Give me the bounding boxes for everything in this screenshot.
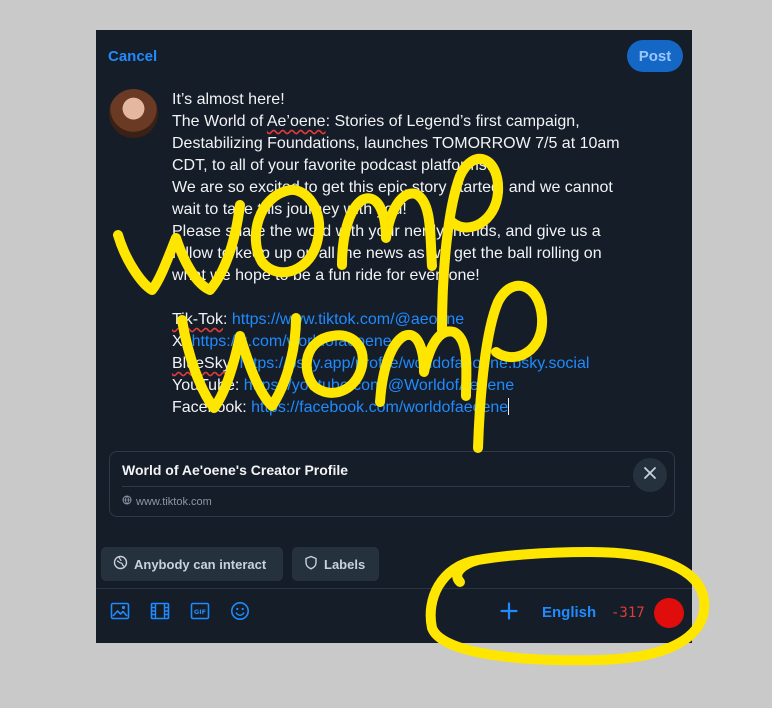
bluesky-link[interactable]: https://bsky.app/profile/worldofaeoene.b…: [240, 355, 590, 372]
divider: [122, 486, 630, 487]
add-image-button[interactable]: [109, 602, 131, 624]
text-line: It’s almost here!: [172, 91, 285, 108]
emoji-icon: [230, 601, 250, 626]
labels-label: Labels: [324, 556, 366, 572]
labels-button[interactable]: Labels: [292, 547, 379, 581]
shield-icon: [304, 555, 318, 573]
link-line-bluesky: BlueSky: https://bsky.app/profile/worldo…: [172, 355, 590, 372]
add-thread-post-button[interactable]: [497, 601, 521, 625]
text-line: The World of Ae’oene: Stories of Legend’…: [172, 113, 580, 130]
character-count: -317: [611, 605, 645, 621]
text-line: follow to keep up on all the news as we …: [172, 245, 602, 262]
avatar: [109, 89, 158, 138]
globe-icon: [113, 555, 128, 573]
cancel-button[interactable]: Cancel: [108, 48, 157, 65]
svg-text:GIF: GIF: [194, 608, 206, 616]
post-button[interactable]: Post: [627, 40, 683, 72]
add-video-button[interactable]: [149, 602, 171, 624]
misspelled-word[interactable]: Ae’oene: [267, 113, 326, 130]
video-icon: [150, 602, 170, 625]
text-line: wait to take this journey with you!: [172, 201, 407, 218]
gif-icon: GIF: [190, 602, 210, 625]
interaction-settings-label: Anybody can interact: [134, 556, 267, 572]
plus-icon: [500, 601, 518, 625]
interaction-settings-button[interactable]: Anybody can interact: [101, 547, 283, 581]
text-caret: [508, 398, 510, 415]
tiktok-link[interactable]: https://www.tiktok.com/@aeoene: [232, 311, 464, 328]
add-gif-button[interactable]: GIF: [189, 602, 211, 624]
text-line: Destabilizing Foundations, launches TOMO…: [172, 135, 620, 152]
link-preview-card[interactable]: World of Ae'oene's Creator Profile www.t…: [109, 451, 675, 517]
x-link[interactable]: https://x.com/worldofaeoene: [192, 333, 392, 350]
text-line: CDT, to all of your favorite podcast pla…: [172, 157, 492, 174]
card-domain: www.tiktok.com: [122, 495, 212, 508]
link-line-facebook: Facebook: https://facebook.com/worldofae…: [172, 398, 510, 416]
link-line-youtube: YouTube: https://youtube.com/@WorldofAeo…: [172, 377, 515, 394]
close-icon: [643, 466, 657, 485]
text-line: what we hope to be a fun ride for everyo…: [172, 267, 480, 284]
link-line-x: X: https://x.com/worldofaeoene: [172, 333, 392, 350]
image-icon: [110, 602, 130, 625]
facebook-link[interactable]: https://facebook.com/worldofaeoene: [251, 399, 508, 416]
text-line: Please share the word with your nerdy fr…: [172, 223, 601, 240]
language-selector[interactable]: English: [542, 604, 596, 621]
text-line: We are so excited to get this epic story…: [172, 179, 613, 196]
post-text-editor[interactable]: It’s almost here! The World of Ae’oene: …: [172, 89, 680, 419]
post-composer: Cancel Post It’s almost here! The World …: [96, 30, 692, 643]
card-domain-text: www.tiktok.com: [136, 495, 212, 508]
link-line-tiktok: Tik-Tok: https://www.tiktok.com/@aeoene: [172, 311, 465, 328]
character-limit-indicator: [654, 598, 684, 628]
screenshot: Cancel Post It’s almost here! The World …: [0, 0, 772, 708]
globe-icon: [122, 495, 132, 508]
divider: [96, 588, 692, 589]
remove-card-button[interactable]: [633, 458, 667, 492]
add-emoji-button[interactable]: [229, 601, 251, 626]
card-title: World of Ae'oene's Creator Profile: [122, 462, 349, 478]
youtube-link[interactable]: https://youtube.com/@WorldofAeoene: [244, 377, 514, 394]
